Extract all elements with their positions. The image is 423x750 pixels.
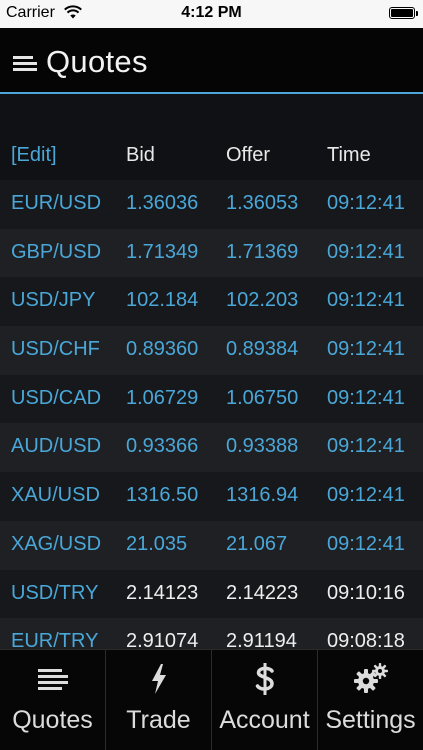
bid-cell[interactable]: 2.91074: [126, 630, 198, 649]
time-cell: 09:10:16: [327, 581, 405, 604]
symbol-cell: USD/JPY: [11, 289, 96, 312]
table-row[interactable]: XAG/USD 21.035 21.067 09:12:41: [0, 520, 423, 570]
time-cell: 09:08:18: [327, 630, 405, 649]
gears-icon: [318, 663, 423, 694]
time-cell: 09:12:41: [327, 435, 405, 458]
table-row[interactable]: EUR/TRY 2.91074 2.91194 09:08:18: [0, 618, 423, 649]
bid-cell[interactable]: 1.06729: [126, 387, 198, 410]
symbol-cell: USD/TRY: [11, 581, 99, 604]
table-row[interactable]: GBP/USD 1.71349 1.71369 09:12:41: [0, 228, 423, 278]
dollar-icon: [212, 663, 317, 695]
quotes-lines-icon: [0, 664, 105, 694]
table-row[interactable]: AUD/USD 0.93366 0.93388 09:12:41: [0, 423, 423, 473]
symbol-cell: USD/CAD: [11, 386, 102, 409]
time-cell: 09:12:41: [327, 532, 405, 555]
bid-cell[interactable]: 1316.50: [126, 484, 198, 507]
menu-icon[interactable]: [13, 56, 37, 72]
column-header-offer: Offer: [226, 144, 271, 166]
symbol-cell: XAU/USD: [11, 484, 100, 507]
quote-rows: EUR/USD 1.36036 1.36053 09:12:41 GBP/USD…: [0, 180, 423, 649]
tab-label: Settings: [325, 706, 416, 734]
tab-bar: Quotes Trade Account Settings: [0, 649, 423, 750]
offer-cell[interactable]: 102.203: [226, 289, 298, 312]
table-row[interactable]: USD/JPY 102.184 102.203 09:12:41: [0, 277, 423, 327]
table-row[interactable]: XAU/USD 1316.50 1316.94 09:12:41: [0, 472, 423, 521]
page-title: Quotes: [46, 44, 148, 79]
tab-label: Account: [219, 706, 310, 734]
symbol-cell: GBP/USD: [11, 240, 102, 263]
offer-cell[interactable]: 2.91194: [226, 630, 297, 649]
tab-label: Quotes: [12, 706, 93, 734]
time-cell: 09:12:41: [327, 484, 405, 507]
offer-cell[interactable]: 21.067: [226, 533, 287, 556]
symbol-cell: USD/CHF: [11, 338, 100, 361]
symbol-cell: EUR/USD: [11, 192, 102, 214]
column-header-time: Time: [327, 144, 371, 166]
quotes-screen: Carrier 4:12 PM Quotes [Edit] Bid Offer …: [0, 0, 423, 750]
table-row[interactable]: USD/TRY 2.14123 2.14223 09:10:16: [0, 569, 423, 619]
table-row[interactable]: EUR/USD 1.36036 1.36053 09:12:41: [0, 180, 423, 229]
time-cell: 09:12:41: [327, 289, 405, 312]
tab-quotes[interactable]: Quotes: [0, 650, 106, 750]
battery-icon: [389, 7, 418, 19]
tab-label: Trade: [126, 706, 191, 734]
tab-settings[interactable]: Settings: [318, 650, 423, 750]
bid-cell[interactable]: 102.184: [126, 289, 198, 312]
edit-button[interactable]: [Edit]: [11, 144, 57, 167]
offer-cell[interactable]: 2.14223: [226, 582, 298, 605]
time-cell: 09:12:41: [327, 386, 405, 409]
offer-cell[interactable]: 1.06750: [226, 387, 298, 410]
nav-header: Quotes: [0, 28, 423, 94]
symbol-cell: AUD/USD: [11, 435, 102, 458]
time-cell: 09:12:41: [327, 338, 405, 361]
bid-cell[interactable]: 21.035: [126, 533, 187, 556]
status-time: 4:12 PM: [181, 4, 242, 21]
tab-trade[interactable]: Trade: [106, 650, 212, 750]
bid-cell[interactable]: 1.36036: [126, 192, 198, 215]
tab-account[interactable]: Account: [212, 650, 318, 750]
bid-cell[interactable]: 2.14123: [126, 582, 198, 605]
table-row[interactable]: USD/CAD 1.06729 1.06750 09:12:41: [0, 374, 423, 424]
offer-cell[interactable]: 1.71369: [226, 241, 298, 264]
status-bar: Carrier 4:12 PM: [0, 0, 423, 28]
bid-cell[interactable]: 1.71349: [126, 241, 198, 264]
offer-cell[interactable]: 1.36053: [226, 192, 298, 215]
symbol-cell: EUR/TRY: [11, 630, 99, 649]
lightning-icon: [106, 664, 211, 694]
quotes-table: [Edit] Bid Offer Time EUR/USD 1.36036 1.…: [0, 94, 423, 649]
bid-cell[interactable]: 0.93366: [126, 435, 198, 458]
offer-cell[interactable]: 1316.94: [226, 484, 298, 507]
time-cell: 09:12:41: [327, 240, 405, 263]
time-cell: 09:12:41: [327, 192, 405, 214]
column-header-bid: Bid: [126, 144, 155, 166]
table-row[interactable]: USD/CHF 0.89360 0.89384 09:12:41: [0, 326, 423, 375]
table-header: [Edit] Bid Offer Time: [0, 94, 423, 180]
offer-cell[interactable]: 0.89384: [226, 338, 298, 361]
offer-cell[interactable]: 0.93388: [226, 435, 298, 458]
symbol-cell: XAG/USD: [11, 532, 102, 555]
bid-cell[interactable]: 0.89360: [126, 338, 198, 361]
